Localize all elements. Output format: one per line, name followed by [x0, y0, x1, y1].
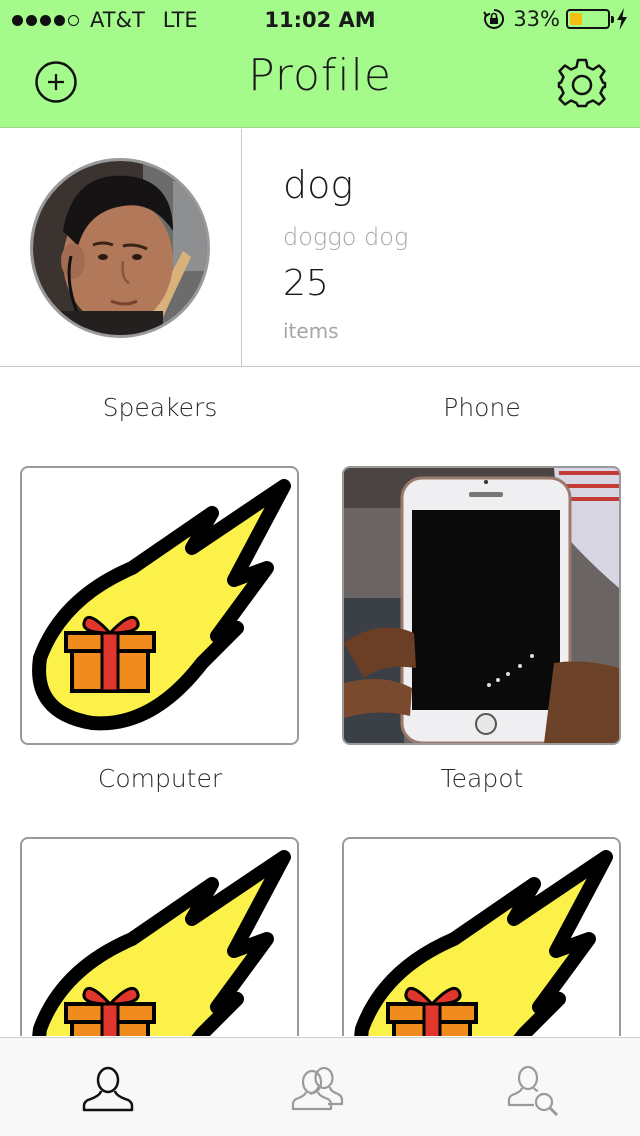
- page-title: Profile: [248, 50, 392, 101]
- item-label: Speakers: [102, 393, 218, 422]
- gift-comet-icon[interactable]: [20, 466, 299, 745]
- status-bar: AT&T LTE 11:02 AM 33%: [0, 0, 640, 40]
- gift-comet-icon[interactable]: [342, 837, 621, 1036]
- item-label: Computer: [97, 764, 223, 793]
- group-icon[interactable]: [288, 1060, 348, 1120]
- charging-bolt-icon: [617, 8, 627, 30]
- item-count-label: items: [283, 319, 339, 343]
- rotation-lock-icon: [483, 8, 505, 29]
- header: AT&T LTE 11:02 AM 33% Profile: [0, 0, 640, 128]
- avatar[interactable]: [30, 158, 210, 338]
- item-card[interactable]: Computer: [20, 759, 300, 1036]
- battery-percentage: 33%: [513, 7, 560, 31]
- item-label: Teapot: [440, 764, 524, 793]
- profile-divider: [241, 129, 242, 367]
- battery-icon: [566, 9, 614, 29]
- item-card[interactable]: Speakers: [20, 388, 300, 745]
- item-grid: Speakers Phone Computer Teapot: [0, 368, 640, 1036]
- profile-handle: doggo dog: [283, 223, 409, 251]
- person-icon[interactable]: [78, 1060, 138, 1120]
- item-card[interactable]: Teapot: [342, 759, 622, 1036]
- profile-summary: dog doggo dog 25 items: [0, 129, 640, 367]
- phone-photo[interactable]: [342, 466, 621, 745]
- gift-comet-icon[interactable]: [20, 837, 299, 1036]
- item-count: 25: [283, 263, 329, 304]
- gear-icon[interactable]: [556, 57, 608, 109]
- item-card[interactable]: Phone: [342, 388, 622, 745]
- tab-bar: [0, 1037, 640, 1136]
- person-search-icon[interactable]: [504, 1060, 564, 1120]
- item-label: Phone: [443, 393, 521, 422]
- profile-name: dog: [283, 163, 354, 207]
